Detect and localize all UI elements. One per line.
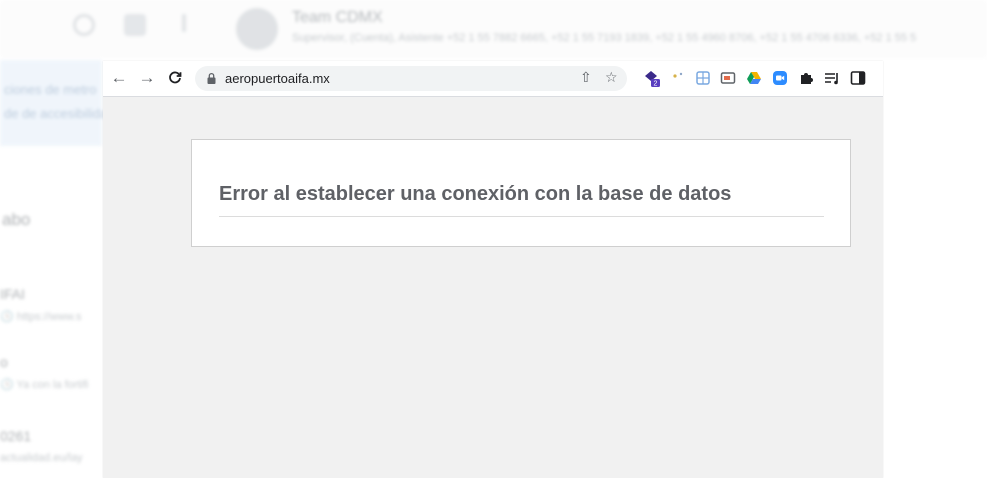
divider bbox=[219, 216, 824, 217]
chat-title: Team CDMX bbox=[292, 9, 383, 26]
error-card: Error al establecer una conexión con la … bbox=[191, 139, 851, 247]
chat-icon bbox=[124, 14, 146, 36]
side-panel-icon[interactable] bbox=[849, 69, 867, 87]
drive-icon[interactable] bbox=[745, 69, 763, 87]
side-link: 🕓 https://www.s bbox=[0, 311, 82, 323]
refresh-icon bbox=[73, 14, 95, 36]
back-arrow-icon[interactable]: ← bbox=[109, 68, 129, 88]
highlighted-message: ciones de metro de de accesibilidad bbox=[0, 60, 115, 146]
side-label: IFAI bbox=[0, 286, 25, 302]
avatar bbox=[236, 8, 278, 50]
extension-badge: 2 bbox=[654, 81, 658, 87]
lock-icon[interactable] bbox=[205, 72, 218, 85]
share-icon[interactable]: ⇧ bbox=[580, 69, 592, 86]
message-line: de de accesibilidad bbox=[4, 106, 115, 121]
chat-subtitle: Supervisor, (Cuenta), Asistente +52 1 55… bbox=[292, 32, 917, 44]
forward-arrow-icon[interactable]: → bbox=[137, 68, 157, 88]
image-extension-icon[interactable] bbox=[719, 69, 737, 87]
more-vertical-icon bbox=[182, 14, 186, 32]
reload-icon[interactable] bbox=[165, 68, 185, 88]
error-message: Error al establecer una conexión con la … bbox=[219, 183, 732, 205]
sparkle-extension-icon[interactable] bbox=[669, 69, 687, 87]
grid-extension-icon[interactable] bbox=[694, 69, 712, 87]
side-label: 0261 bbox=[0, 428, 32, 444]
address-bar[interactable]: aeropuertoaifa.mx ⇧ ☆ bbox=[195, 66, 627, 91]
url-text[interactable]: aeropuertoaifa.mx bbox=[225, 71, 330, 86]
message-line: ciones de metro bbox=[4, 82, 97, 97]
zoom-extension-icon[interactable] bbox=[771, 69, 789, 87]
extensions-puzzle-icon[interactable] bbox=[797, 69, 815, 87]
browser-window: ← → aeropuertoaifa.mx ⇧ ☆ 2 Error al est… bbox=[103, 61, 883, 478]
side-link: 🕓 Ya con la fortifi bbox=[0, 379, 89, 391]
background-app-header: Team CDMX Supervisor, (Cuenta), Asistent… bbox=[0, 0, 987, 58]
extension-stack-icon[interactable]: 2 bbox=[643, 69, 661, 87]
bookmark-star-icon[interactable]: ☆ bbox=[605, 69, 618, 86]
side-link: actualidad.eu/lay bbox=[0, 452, 83, 464]
side-label: o bbox=[0, 354, 8, 370]
side-heading: abo bbox=[2, 210, 31, 229]
browser-toolbar: ← → aeropuertoaifa.mx ⇧ ☆ 2 bbox=[103, 61, 883, 97]
reading-list-icon[interactable] bbox=[823, 69, 841, 87]
